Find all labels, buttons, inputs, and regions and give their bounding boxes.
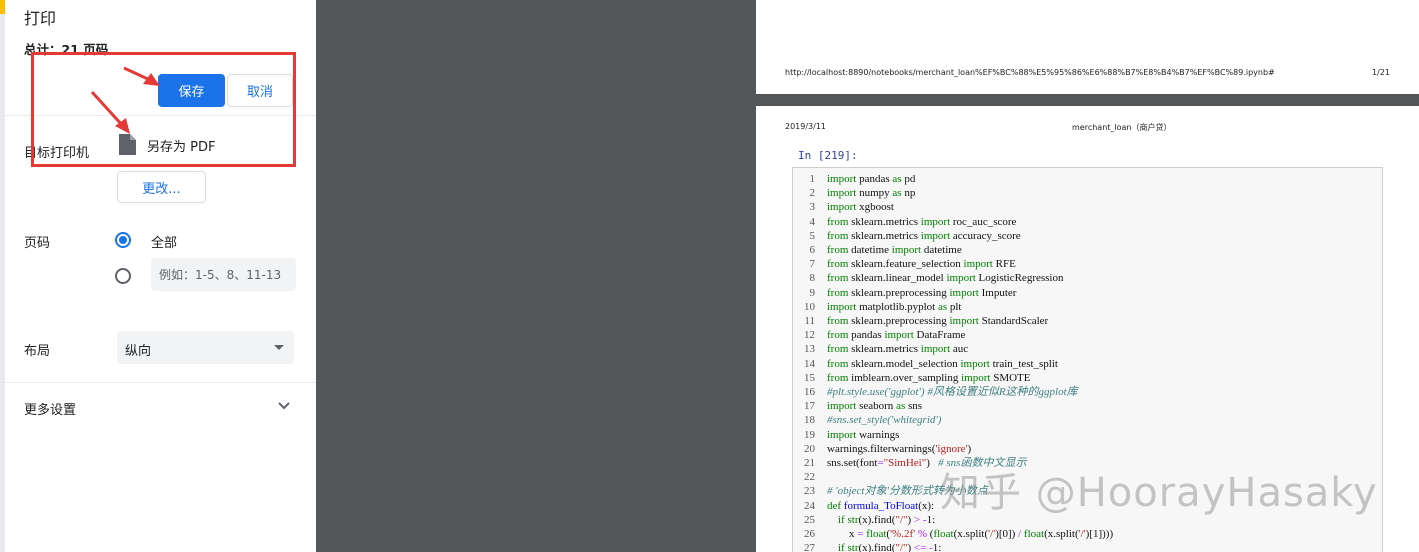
code-text: from sklearn.metrics import accuracy_sco…: [827, 229, 1021, 242]
line-number: 11: [804, 315, 815, 327]
dialog-title: 打印: [24, 9, 57, 28]
code-text: #sns.set_style('whitegrid'): [827, 414, 942, 427]
annotation-highlight-box: [31, 52, 296, 167]
cell-prompt: In [219]:: [798, 149, 858, 162]
more-settings-label[interactable]: 更多设置: [24, 399, 76, 418]
line-number: 23: [804, 485, 815, 498]
page-header-title: merchant_loan（商户贷）: [1072, 123, 1172, 132]
line-number: 24: [804, 499, 815, 512]
code-text: warnings.filterwarnings('ignore'): [827, 442, 972, 455]
line-number: 17: [804, 400, 815, 413]
line-number: 8: [809, 272, 816, 285]
layout-label: 布局: [24, 344, 51, 359]
code-text: if str(x).find("/") <= -1:: [838, 542, 942, 552]
line-number: 18: [804, 414, 815, 427]
line-number: 4: [809, 215, 816, 228]
code-text: from sklearn.linear_model import Logisti…: [827, 272, 1064, 285]
layout-select-value: 纵向: [125, 344, 152, 359]
line-number: 16: [804, 386, 815, 398]
line-number: 7: [809, 258, 816, 271]
print-settings-panel: 打印 总计：21 页码 保存 取消 目标打印机 另存为 PDF 更改... 页码…: [0, 0, 316, 552]
line-number: 26: [804, 528, 815, 540]
line-number: 14: [804, 357, 815, 370]
code-text: import numpy as np: [827, 187, 916, 200]
pages-label: 页码: [24, 236, 51, 251]
code-text: from sklearn.metrics import auc: [827, 343, 969, 356]
code-text: from pandas import DataFrame: [827, 329, 966, 342]
pages-all-radio[interactable]: [115, 232, 131, 248]
panel-edge: [0, 0, 5, 552]
line-number: 13: [804, 343, 815, 356]
code-text: #plt.style.use('ggplot') #风格设置近似R这种的ggpl…: [827, 386, 1078, 398]
page-number: 1/21: [1372, 68, 1390, 77]
pages-custom-radio[interactable]: [115, 268, 131, 284]
preview-page-1: http://localhost:8890/notebooks/merchant…: [756, 0, 1419, 94]
line-number: 22: [804, 471, 815, 484]
code-text: import pandas as pd: [827, 173, 916, 185]
code-text: import warnings: [827, 428, 900, 441]
code-text: from sklearn.preprocessing import Impute…: [827, 286, 1017, 299]
page-header-date: 2019/3/11: [785, 122, 827, 131]
line-number: 27: [804, 542, 815, 552]
line-number: 3: [809, 201, 816, 214]
line-number: 10: [804, 300, 815, 313]
code-text: from sklearn.feature_selection import RF…: [827, 258, 1016, 271]
chevron-down-icon[interactable]: [276, 398, 292, 414]
line-number: 2: [809, 187, 816, 200]
code-text: import matplotlib.pyplot as plt: [827, 300, 962, 313]
code-text: x = float('%.2f' % (float(x.split('/')[0…: [827, 528, 1114, 540]
code-text: import seaborn as sns: [827, 400, 923, 413]
change-printer-button[interactable]: 更改...: [117, 171, 206, 203]
code-text: from sklearn.metrics import roc_auc_scor…: [827, 215, 1017, 228]
watermark: 知乎 @HoorayHasaky: [940, 470, 1378, 516]
line-number: 15: [804, 371, 815, 384]
code-text: from sklearn.model_selection import trai…: [827, 357, 1058, 370]
code-text: from imblearn.over_sampling import SMOTE: [827, 371, 1031, 384]
line-number: 19: [804, 428, 815, 441]
line-number: 1: [809, 173, 816, 185]
layout-select[interactable]: 纵向: [117, 331, 294, 364]
code-text: from sklearn.preprocessing import Standa…: [827, 315, 1049, 327]
line-number: 21: [804, 457, 815, 469]
divider: [5, 382, 316, 383]
pages-all-label: 全部: [151, 236, 178, 251]
line-number: 9: [809, 286, 816, 299]
code-text: import xgboost: [827, 201, 894, 214]
code-text: if str(x).find("/") > -1:: [838, 513, 936, 526]
line-number: 12: [804, 329, 815, 342]
code-text: from datetime import datetime: [827, 244, 962, 256]
pages-custom-input[interactable]: [151, 258, 296, 291]
caret-down-icon: [274, 345, 284, 350]
line-number: 6: [809, 244, 816, 256]
panel-edge-mark: [0, 0, 5, 14]
page-url-footer: http://localhost:8890/notebooks/merchant…: [785, 68, 1275, 77]
line-number: 25: [804, 513, 815, 526]
code-text: def formula_ToFloat(x):: [827, 499, 935, 512]
line-number: 20: [804, 442, 815, 455]
line-number: 5: [809, 229, 816, 242]
